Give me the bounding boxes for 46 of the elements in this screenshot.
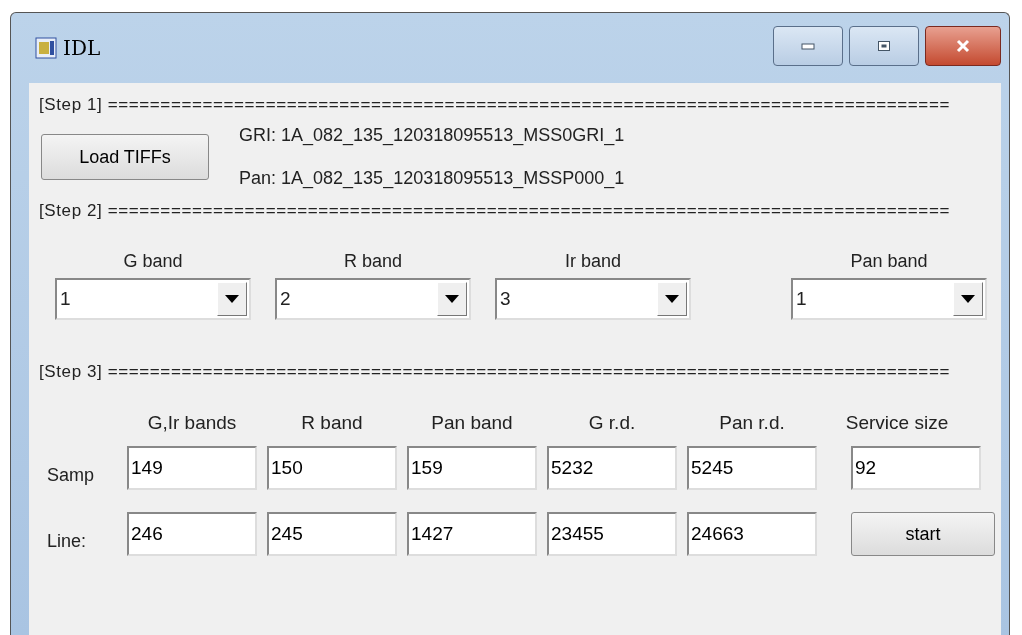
- input-field[interactable]: 1427: [407, 512, 537, 556]
- band-label: Pan band: [850, 251, 928, 272]
- input-field[interactable]: 5232: [547, 446, 677, 490]
- maximize-button[interactable]: [849, 26, 919, 66]
- window-title: IDL: [63, 36, 101, 60]
- step-header: [Step 2] ================================================================================: [39, 200, 951, 222]
- column-label: Pan r.d.: [718, 412, 786, 434]
- band-dropdown[interactable]: 1: [55, 278, 251, 320]
- dropdown-arrow-icon: [961, 295, 975, 303]
- input-field[interactable]: 159: [407, 446, 537, 490]
- band-label: R band: [343, 251, 402, 272]
- dropdown-arrow-icon: [445, 295, 459, 303]
- column-label: R band: [300, 412, 364, 434]
- close-button[interactable]: [925, 26, 1001, 66]
- input-field[interactable]: 245: [267, 512, 397, 556]
- minimize-icon: [801, 42, 815, 50]
- band-dropdown[interactable]: 2: [275, 278, 471, 320]
- file-name: GRI: 1A_082_135_120318095513_MSS0GRI_1: [239, 125, 625, 146]
- step-header: [Step 3] ================================================================================: [39, 361, 951, 383]
- app-icon: [35, 37, 57, 59]
- input-field[interactable]: 149: [127, 446, 257, 490]
- input-field[interactable]: 23455: [547, 512, 677, 556]
- maximize-icon: [877, 40, 891, 52]
- column-label: Pan band: [430, 412, 514, 434]
- dropdown-arrow-icon: [225, 295, 239, 303]
- step-header: [Step 1] ================================================================================: [39, 94, 951, 116]
- column-label: Service size: [844, 412, 950, 434]
- band-dropdown[interactable]: 3: [495, 278, 691, 320]
- file-name: Pan: 1A_082_135_120318095513_MSSP000_1: [239, 168, 625, 189]
- band-label: Ir band: [564, 251, 621, 272]
- start-button[interactable]: start: [851, 512, 995, 556]
- input-field[interactable]: 150: [267, 446, 397, 490]
- row-label: Samp: [47, 464, 96, 486]
- input-field[interactable]: 246: [127, 512, 257, 556]
- input-field[interactable]: 24663: [687, 512, 817, 556]
- load-tiffs-button[interactable]: Load TIFFs: [41, 134, 209, 180]
- column-label: G r.d.: [587, 412, 637, 434]
- column-label: G,Ir bands: [146, 412, 238, 434]
- close-icon: [955, 39, 971, 53]
- minimize-button[interactable]: [773, 26, 843, 66]
- input-field[interactable]: 5245: [687, 446, 817, 490]
- band-dropdown[interactable]: 1: [791, 278, 987, 320]
- dropdown-arrow-icon: [665, 295, 679, 303]
- input-field[interactable]: 92: [851, 446, 981, 490]
- band-label: G band: [123, 251, 183, 272]
- row-label: Line:: [47, 530, 88, 552]
